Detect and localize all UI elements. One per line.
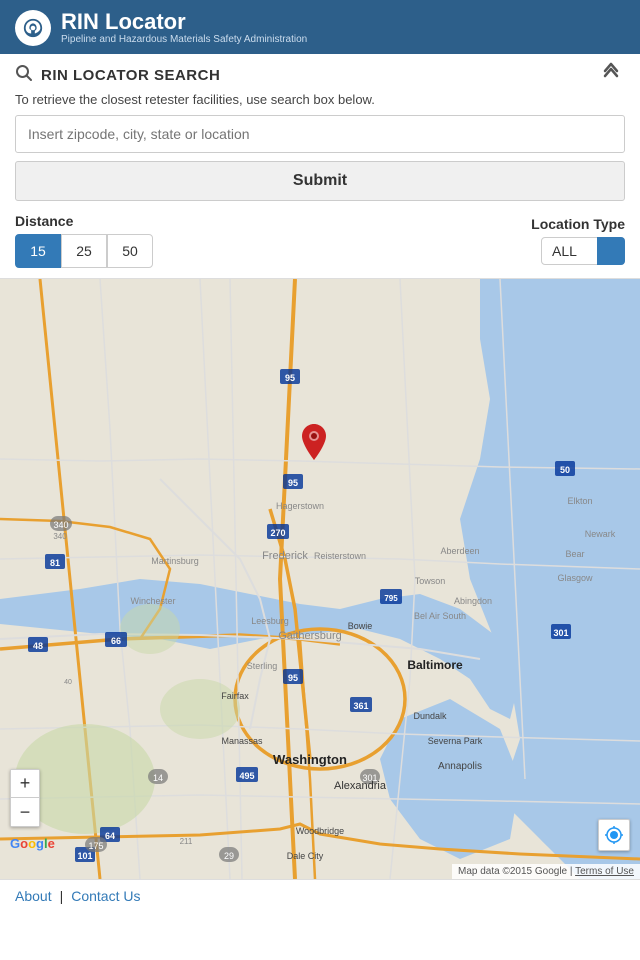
distance-15-button[interactable]: 15 bbox=[15, 234, 61, 268]
footer-separator: | bbox=[60, 888, 64, 904]
map-data-text: Map data ©2015 Google bbox=[458, 866, 567, 877]
svg-text:Abingdon: Abingdon bbox=[454, 596, 492, 606]
svg-text:66: 66 bbox=[111, 636, 121, 646]
svg-text:Dale City: Dale City bbox=[287, 851, 324, 861]
svg-text:Severna Park: Severna Park bbox=[428, 736, 483, 746]
collapse-button[interactable] bbox=[597, 62, 625, 88]
svg-text:211: 211 bbox=[180, 837, 193, 846]
svg-text:495: 495 bbox=[239, 771, 254, 781]
svg-text:361: 361 bbox=[353, 701, 368, 711]
svg-text:101: 101 bbox=[77, 851, 92, 861]
svg-text:Dundalk: Dundalk bbox=[413, 711, 447, 721]
distance-25-button[interactable]: 25 bbox=[61, 234, 107, 268]
svg-text:Hagerstown: Hagerstown bbox=[276, 501, 324, 511]
contact-us-link[interactable]: Contact Us bbox=[71, 888, 140, 904]
svg-text:270: 270 bbox=[270, 528, 285, 538]
svg-text:Elkton: Elkton bbox=[567, 496, 592, 506]
my-location-button[interactable] bbox=[598, 819, 630, 851]
svg-text:Bear: Bear bbox=[565, 549, 584, 559]
app-header: RIN Locator Pipeline and Hazardous Mater… bbox=[0, 0, 640, 54]
svg-text:Reisterstown: Reisterstown bbox=[314, 551, 366, 561]
location-type-section: Location Type ALL Type A Type B ▼ bbox=[531, 216, 625, 265]
svg-text:95: 95 bbox=[285, 373, 295, 383]
svg-text:Frederick: Frederick bbox=[262, 550, 308, 562]
svg-text:Fairfax: Fairfax bbox=[221, 691, 249, 701]
svg-text:64: 64 bbox=[105, 831, 115, 841]
svg-text:Martinsburg: Martinsburg bbox=[151, 556, 199, 566]
svg-text:Sterling: Sterling bbox=[247, 661, 278, 671]
submit-button[interactable]: Submit bbox=[15, 161, 625, 201]
distance-group: 15 25 50 bbox=[15, 234, 153, 268]
zoom-in-button[interactable]: + bbox=[11, 770, 39, 798]
svg-text:340: 340 bbox=[53, 532, 67, 541]
svg-text:Aberdeen: Aberdeen bbox=[440, 546, 479, 556]
search-description: To retrieve the closest retester facilit… bbox=[15, 92, 625, 107]
distance-section: Distance 15 25 50 bbox=[15, 213, 153, 268]
header-text: RIN Locator Pipeline and Hazardous Mater… bbox=[61, 10, 307, 46]
distance-50-button[interactable]: 50 bbox=[107, 234, 153, 268]
map-attribution: Map data ©2015 Google | Terms of Use bbox=[452, 864, 640, 879]
svg-text:48: 48 bbox=[33, 641, 43, 651]
svg-text:Glasgow: Glasgow bbox=[557, 573, 593, 583]
svg-text:Annapolis: Annapolis bbox=[438, 761, 482, 772]
app-subtitle: Pipeline and Hazardous Materials Safety … bbox=[61, 34, 307, 46]
svg-text:Washington: Washington bbox=[273, 752, 347, 767]
search-title-row: RIN LOCATOR SEARCH bbox=[15, 62, 625, 88]
svg-text:Winchester: Winchester bbox=[130, 596, 175, 606]
svg-text:81: 81 bbox=[50, 558, 60, 568]
svg-text:Baltimore: Baltimore bbox=[407, 658, 463, 672]
svg-text:Bowie: Bowie bbox=[348, 621, 373, 631]
svg-text:301: 301 bbox=[553, 628, 568, 638]
zoom-controls: + − bbox=[10, 769, 40, 827]
search-title-left: RIN LOCATOR SEARCH bbox=[15, 64, 220, 87]
filters-row: Distance 15 25 50 Location Type ALL Type… bbox=[15, 213, 625, 268]
footer: About | Contact Us bbox=[0, 879, 640, 912]
svg-text:Manassas: Manassas bbox=[221, 736, 263, 746]
map-svg: 95 95 95 270 66 48 81 495 14 301 361 301… bbox=[0, 279, 640, 879]
search-heading: RIN LOCATOR SEARCH bbox=[41, 67, 220, 84]
google-logo: Google bbox=[10, 836, 55, 851]
svg-text:29: 29 bbox=[224, 851, 234, 861]
svg-text:95: 95 bbox=[288, 478, 298, 488]
svg-text:50: 50 bbox=[560, 465, 570, 475]
svg-text:14: 14 bbox=[153, 773, 163, 783]
svg-text:175: 175 bbox=[88, 841, 103, 851]
terms-of-use-link[interactable]: Terms of Use bbox=[575, 866, 634, 877]
search-input[interactable] bbox=[15, 115, 625, 153]
search-panel: RIN LOCATOR SEARCH To retrieve the close… bbox=[0, 54, 640, 279]
svg-text:Woodbridge: Woodbridge bbox=[296, 826, 344, 836]
map-container[interactable]: 95 95 95 270 66 48 81 495 14 301 361 301… bbox=[0, 279, 640, 879]
search-icon bbox=[15, 64, 33, 87]
location-type-select-wrapper: ALL Type A Type B ▼ bbox=[541, 237, 625, 265]
distance-label: Distance bbox=[15, 213, 153, 229]
svg-text:Gaithersburg: Gaithersburg bbox=[278, 630, 342, 642]
svg-text:Leesburg: Leesburg bbox=[251, 616, 289, 626]
svg-text:Bel Air South: Bel Air South bbox=[414, 611, 466, 621]
location-type-label: Location Type bbox=[531, 216, 625, 232]
zoom-out-button[interactable]: − bbox=[11, 798, 39, 826]
about-link[interactable]: About bbox=[15, 888, 52, 904]
svg-text:795: 795 bbox=[384, 594, 398, 603]
app-title: RIN Locator bbox=[61, 10, 307, 34]
svg-text:Newark: Newark bbox=[585, 529, 616, 539]
location-type-select[interactable]: ALL Type A Type B bbox=[541, 237, 625, 265]
svg-text:Alexandria: Alexandria bbox=[334, 780, 387, 792]
svg-text:340: 340 bbox=[53, 520, 68, 530]
svg-text:Towson: Towson bbox=[415, 576, 446, 586]
svg-text:40: 40 bbox=[64, 679, 72, 686]
app-logo bbox=[15, 10, 51, 46]
svg-text:95: 95 bbox=[288, 673, 298, 683]
